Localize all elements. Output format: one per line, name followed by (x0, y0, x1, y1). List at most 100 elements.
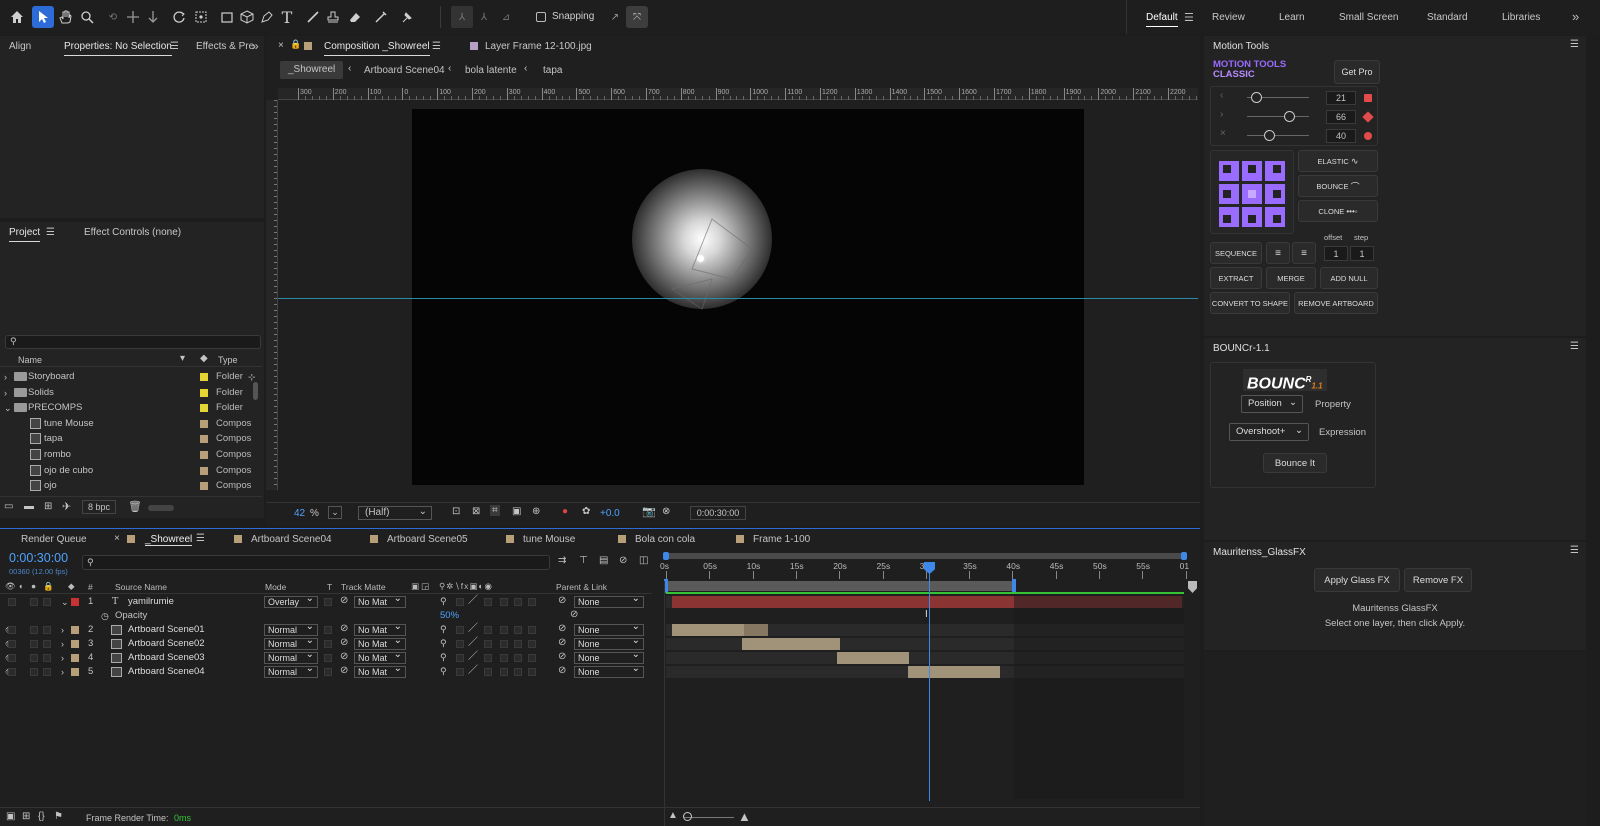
close-icon[interactable]: × (278, 40, 284, 51)
layer-duration-segment[interactable] (837, 652, 909, 664)
layer-row[interactable]: 👁›5Artboard Scene04Normal⊘No Mat⚲／⊘None (0, 664, 652, 679)
new-comp-icon[interactable]: ⊞ (44, 501, 52, 512)
lock-icon[interactable]: 🔒 (43, 581, 54, 592)
shy-switch-icon[interactable]: ⚲ (440, 636, 447, 650)
parent-link-header[interactable]: Parent & Link (556, 582, 607, 592)
convert-to-shape-button[interactable]: CONVERT TO SHAPE (1210, 292, 1290, 314)
navigator-start-handle[interactable] (663, 552, 669, 560)
value-field[interactable]: 40 (1326, 129, 1356, 143)
clone-button[interactable]: CLONE •••◦ (1298, 200, 1378, 222)
sort-arrow-icon[interactable]: ▾ (180, 353, 185, 364)
snap-grid-icon[interactable]: ⤧ (626, 6, 648, 28)
project-scrollbar[interactable] (253, 382, 258, 400)
type-tool-icon[interactable]: T (276, 6, 298, 28)
bpc-button[interactable]: 8 bpc (82, 500, 117, 514)
navigator-end-handle[interactable] (1181, 552, 1187, 560)
playhead-line[interactable] (929, 573, 930, 801)
flowchart-icon[interactable]: ✈ (62, 500, 71, 513)
zoom-slider[interactable] (148, 505, 174, 511)
audio-toggle[interactable] (8, 640, 16, 648)
solo-toggle[interactable] (30, 640, 38, 648)
chevron-down-icon[interactable]: ⌄ (4, 400, 12, 416)
label-color-swatch[interactable] (200, 388, 208, 397)
tab-artboard-scene05[interactable]: Artboard Scene05 (387, 534, 468, 545)
layer-switch[interactable] (514, 626, 522, 634)
comp-mini-flowchart-icon[interactable]: ⇉ (558, 555, 566, 566)
lock-toggle[interactable] (43, 668, 51, 676)
matte-link-icon[interactable]: ⊘ (340, 650, 348, 664)
layer-row[interactable]: 👁›2Artboard Scene01Normal⊘No Mat⚲／⊘None (0, 622, 652, 637)
sequence-button[interactable]: SEQUENCE (1210, 242, 1262, 264)
chevron-left-icon[interactable]: ‹ (1220, 90, 1223, 101)
local-axis-icon[interactable]: ⅄ (451, 6, 473, 28)
collapse-switch[interactable] (456, 598, 464, 606)
layer-switch[interactable] (484, 598, 492, 606)
tab-effect-controls[interactable]: Effect Controls (none) (84, 222, 181, 244)
tab-composition[interactable]: Composition _Showreel (324, 36, 430, 58)
eraser-icon[interactable] (344, 6, 366, 28)
parent-dropdown[interactable]: None (574, 594, 644, 608)
chevron-right-icon[interactable]: › (4, 385, 7, 401)
show-snapshot-icon[interactable]: ⊗ (662, 506, 670, 517)
label-color-swatch[interactable] (200, 404, 208, 413)
expand-in-out-icon[interactable]: {} (38, 811, 45, 822)
selection-tool-icon[interactable] (32, 6, 54, 28)
view-axis-icon[interactable]: ⊿ (495, 6, 517, 28)
work-area-end[interactable] (1012, 579, 1016, 593)
slider-thumb[interactable] (1264, 130, 1275, 141)
bounce-button[interactable]: BOUNCE ⌒ (1298, 175, 1378, 197)
layer-switch[interactable] (484, 668, 492, 676)
snapping-checkbox[interactable] (536, 12, 546, 22)
lock-icon[interactable]: 🔒 (290, 39, 301, 50)
time-navigator[interactable] (666, 553, 1184, 559)
label-color-swatch[interactable] (200, 482, 208, 491)
audio-toggle[interactable] (8, 626, 16, 634)
solo-toggle[interactable] (30, 626, 38, 634)
layer-switch[interactable] (500, 640, 508, 648)
quality-switch-icon[interactable]: ／ (468, 650, 478, 664)
anchor-point-button[interactable] (1265, 161, 1285, 181)
step-field[interactable]: 1 (1350, 246, 1374, 261)
lock-toggle[interactable] (43, 598, 51, 606)
breadcrumb-item[interactable]: bola latente (465, 65, 517, 76)
menu-icon[interactable]: ☰ (1570, 341, 1579, 352)
menu-icon[interactable]: ☰ (196, 533, 205, 544)
layer-switch[interactable] (514, 640, 522, 648)
shy-switch-icon[interactable]: ⚲ (440, 622, 447, 636)
current-time-field[interactable]: 0:00:30:00 (690, 506, 746, 520)
anchor-point-icon[interactable] (190, 6, 212, 28)
brush-tool-icon[interactable] (302, 6, 324, 28)
solo-toggle[interactable] (30, 654, 38, 662)
new-folder-icon[interactable]: ▬ (24, 501, 34, 512)
roto-brush-icon[interactable] (370, 6, 392, 28)
motion-blur-icon[interactable]: ◫ (639, 555, 648, 566)
rectangle-tool-icon[interactable] (216, 6, 238, 28)
channel-rgb-icon[interactable]: ● (562, 506, 568, 517)
quality-switch-icon[interactable]: ／ (468, 636, 478, 650)
project-item[interactable]: rombo Compos (0, 447, 262, 463)
value-field[interactable]: 66 (1326, 110, 1356, 124)
snapshot-icon[interactable]: 📷 (642, 505, 656, 518)
workspace-menu-icon[interactable]: ☰ (1184, 11, 1194, 24)
render-time-icon[interactable]: ⚑ (54, 811, 63, 822)
diamond-icon[interactable] (1362, 111, 1374, 123)
anchor-point-button[interactable] (1265, 207, 1285, 227)
chevron-right-icon[interactable]: › (61, 651, 64, 665)
record-icon[interactable] (1364, 132, 1372, 140)
solo-icon[interactable]: ● (31, 581, 36, 591)
track-matte-dropdown[interactable]: No Mat (354, 664, 406, 678)
track-matte-dropdown[interactable]: No Mat (354, 594, 406, 608)
layer-switch[interactable] (528, 640, 536, 648)
preserve-transparency-toggle[interactable] (324, 654, 332, 662)
tab-align[interactable]: Align (9, 36, 31, 58)
stopwatch-icon[interactable]: ◷ (101, 609, 109, 623)
3d-view-icon[interactable]: ⊕ (532, 506, 540, 517)
anchor-point-button[interactable] (1242, 207, 1262, 227)
toggle-guides-icon[interactable]: ▣ (512, 506, 521, 517)
anchor-point-button[interactable] (1265, 184, 1285, 204)
workspace-learn[interactable]: Learn (1279, 0, 1305, 34)
anchor-point-button[interactable] (1219, 184, 1239, 204)
layer-duration-segment[interactable] (742, 638, 840, 650)
resolution-dropdown[interactable]: (Half) ⌄ (358, 506, 432, 520)
col-name-header[interactable]: Name (18, 355, 42, 365)
